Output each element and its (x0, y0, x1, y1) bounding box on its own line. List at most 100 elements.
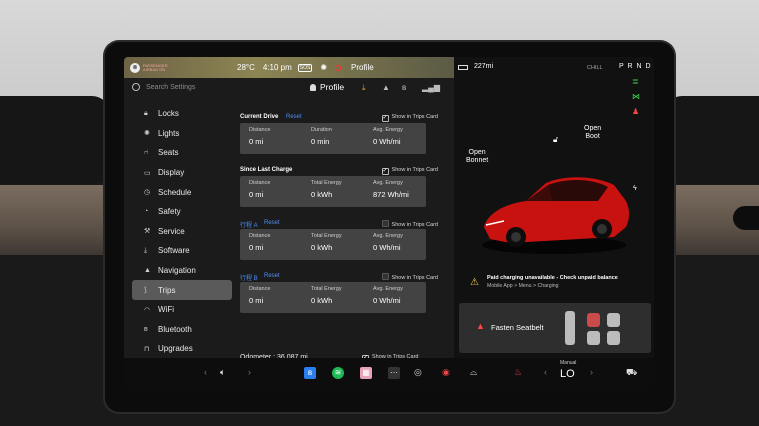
sidebar-item-label: Locks (158, 109, 179, 119)
settings-toolbar: Search Settings Profile ⤓ ▲ ʙ ▂▄▆ (124, 78, 454, 100)
sidebar-item-wifi[interactable]: ◠ WiFi (132, 300, 232, 320)
sidebar-item-service[interactable]: ⚒ Service (132, 222, 232, 242)
shield-icon: ◔ (144, 208, 149, 216)
right-air-vent (664, 96, 759, 184)
alert-icon: ▲ (476, 321, 485, 331)
stat-cell: Avg. Energy 0 Wh/mi (364, 123, 426, 154)
seat-heater-icon[interactable]: ♨ (514, 367, 522, 378)
open-bonnet-button[interactable]: Open Bonnet (466, 149, 488, 165)
section-title: Since Last Charge (240, 167, 293, 173)
climate-mode: Manual (560, 360, 577, 366)
sun-icon: ✺ (144, 130, 150, 138)
car-icon[interactable]: ⛟ (626, 367, 637, 379)
reset-button[interactable]: Reset (286, 114, 302, 120)
chevron-right-icon[interactable]: › (248, 367, 251, 377)
gear-selector: P R N D (619, 63, 652, 70)
stat-value: 0 mi (249, 137, 264, 146)
sidebar-item-label: Navigation (158, 266, 196, 276)
toybox-icon[interactable]: ◉ (442, 367, 450, 378)
sidebar-item-locks[interactable]: 🔒︎ Locks (132, 104, 232, 124)
reset-button[interactable]: Reset (264, 220, 280, 226)
stat-value: 0 min (311, 137, 330, 146)
airbag-status: PASSENGER AIRBAG ON (143, 62, 168, 72)
cabin-temperature[interactable]: LO (560, 368, 575, 380)
stat-value: 0 mi (249, 243, 264, 252)
sidebar-item-seats[interactable]: ⑁ Seats (132, 143, 232, 163)
search-input[interactable]: Search Settings (146, 84, 195, 91)
more-apps-icon[interactable]: ··· (388, 367, 400, 379)
driver-seat (587, 313, 600, 327)
stat-label: Avg. Energy (373, 286, 403, 292)
section-title[interactable]: 行程 A (240, 220, 258, 229)
bell-icon[interactable]: ▲ (382, 83, 390, 92)
checkbox-label: Show in Trips Card (391, 275, 438, 281)
download-icon[interactable]: ⤓ (362, 83, 366, 93)
touchscreen: ⊗ PASSENGER AIRBAG ON 28°C 4:10 pm SOS ✺… (124, 57, 654, 390)
rear-seat-right (607, 331, 620, 345)
reset-button[interactable]: Reset (264, 273, 280, 279)
sidebar-item-trips[interactable]: ⟆ Trips (132, 280, 232, 300)
clock: 4:10 pm (262, 63, 292, 72)
stat-value: 0 Wh/mi (373, 243, 401, 252)
status-profile[interactable]: Profile (351, 63, 374, 72)
chevron-left-icon[interactable]: ‹ (544, 367, 547, 377)
stat-label: Avg. Energy (373, 233, 403, 239)
bluetooth-icon[interactable]: ʙ (402, 83, 406, 92)
stats-card: Distance 0 mi Duration 0 min Avg. Energy 0 … (240, 123, 426, 154)
seatbelt-alert-text: Fasten Seatbelt (491, 323, 544, 332)
unlock-icon[interactable]: 🔓︎ (553, 135, 558, 145)
sidebar-item-label: Display (158, 168, 185, 178)
sidebar-item-lights[interactable]: ✺ Lights (132, 124, 232, 144)
sidebar-item-safety[interactable]: ◔ Safety (132, 202, 232, 222)
stat-label: Distance (249, 180, 271, 186)
settings-sidebar: 🔒︎ Locks ✺ Lights ⑁ Seats ▭ Display ◷ Schedul… (132, 104, 232, 359)
seatbelt-warning-icon: ♟ (632, 107, 640, 116)
sidebar-item-label: Upgrades (158, 344, 193, 354)
stats-card: Distance 0 mi Total Energy 0 kWh Avg. Ener… (240, 176, 426, 207)
show-in-trips-card-checkbox[interactable]: ✓ Show in Trips Card (381, 114, 438, 122)
show-in-trips-card-checkbox[interactable]: ✓ Show in Trips Card (381, 167, 438, 175)
defrost-icon[interactable]: ⌓ (470, 367, 477, 378)
show-in-trips-card-checkbox[interactable]: Show in Trips Card (381, 220, 438, 228)
stat-cell: Avg. Energy 0 Wh/mi (364, 229, 426, 260)
section-title[interactable]: 行程 B (240, 273, 258, 282)
stat-value: 0 mi (249, 296, 264, 305)
sidebar-item-upgrades[interactable]: ⊓ Upgrades (132, 339, 232, 359)
checkbox-label: Show in Trips Card (391, 114, 438, 120)
display-icon: ▭ (144, 169, 151, 177)
battery-icon (458, 65, 468, 70)
spotify-icon[interactable]: ≋ (332, 367, 344, 379)
bag-icon: ⊓ (144, 345, 150, 353)
warning-icon: ⚠ (470, 277, 479, 288)
profile-button[interactable]: Profile (320, 82, 344, 92)
show-in-trips-card-checkbox[interactable]: Show in Trips Card (381, 273, 438, 281)
headlight-icon: ≣ (632, 77, 639, 86)
trips-icon: ⟆ (144, 287, 147, 295)
rear-seat-left (565, 311, 575, 345)
camera-icon[interactable]: ◎ (414, 367, 422, 378)
checkbox-label: Show in Trips Card (391, 167, 438, 173)
stat-cell: Distance 0 mi (240, 282, 302, 313)
wrench-icon: ⚒ (144, 228, 151, 236)
charging-warning-title[interactable]: Paid charging unavailable - Check unpaid… (487, 275, 618, 281)
chevron-right-icon[interactable]: › (590, 367, 593, 377)
sidebar-item-software[interactable]: ⤓ Software (132, 241, 232, 261)
sidebar-item-display[interactable]: ▭ Display (132, 163, 232, 183)
profile-icon (310, 84, 316, 91)
dashcam-record-icon[interactable] (335, 64, 342, 71)
sidebar-item-navigation[interactable]: ▲ Navigation (132, 261, 232, 281)
rear-seat-middle (587, 331, 600, 345)
bluetooth-app-icon[interactable]: ʙ (304, 367, 316, 379)
volume-icon[interactable]: 🔈︎ (220, 367, 225, 378)
sidebar-item-bluetooth[interactable]: ʙ Bluetooth (132, 320, 232, 340)
left-air-vent (0, 96, 110, 184)
stat-label: Duration (311, 127, 332, 133)
open-boot-button[interactable]: Open Boot (584, 125, 601, 141)
sos-badge[interactable]: SOS (297, 63, 313, 72)
calendar-icon[interactable]: ▦ (360, 367, 372, 379)
chevron-left-icon[interactable]: ‹ (204, 367, 207, 377)
sidebar-item-label: WiFi (158, 305, 174, 315)
sidebar-item-schedule[interactable]: ◷ Schedule (132, 182, 232, 202)
sidebar-item-label: Safety (158, 207, 181, 217)
airbag-icon: ⊗ (130, 62, 140, 73)
